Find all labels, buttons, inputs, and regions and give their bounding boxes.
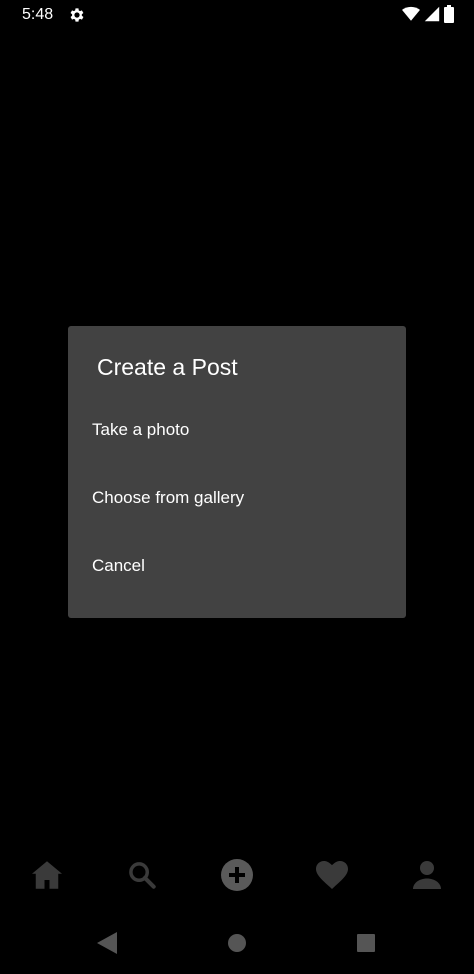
signal-icon xyxy=(424,6,440,22)
status-icons xyxy=(402,5,454,23)
nav-search-button[interactable] xyxy=(112,852,172,902)
choose-from-gallery-option[interactable]: Choose from gallery xyxy=(68,468,406,528)
home-icon xyxy=(32,860,63,894)
recents-icon xyxy=(356,933,376,958)
take-photo-option[interactable]: Take a photo xyxy=(68,400,406,460)
wifi-icon xyxy=(402,6,420,22)
dialog-title: Create a Post xyxy=(97,354,238,380)
back-icon xyxy=(97,931,117,959)
nav-profile-button[interactable] xyxy=(397,852,457,902)
system-home-button[interactable] xyxy=(224,932,250,958)
status-bar: 5:48 xyxy=(0,0,474,30)
status-time: 5:48 xyxy=(22,6,54,23)
gear-icon xyxy=(68,6,86,24)
battery-icon xyxy=(444,5,454,23)
cancel-option[interactable]: Cancel xyxy=(68,536,406,596)
search-icon xyxy=(128,861,156,894)
nav-favorites-button[interactable] xyxy=(302,852,362,902)
add-circle-icon xyxy=(220,858,253,896)
system-back-button[interactable] xyxy=(94,931,120,959)
bottom-nav xyxy=(0,852,474,902)
heart-icon xyxy=(315,860,348,894)
system-recents-button[interactable] xyxy=(353,932,379,958)
home-circle-icon xyxy=(227,933,247,958)
system-nav-bar xyxy=(0,920,474,970)
create-post-dialog: Create a Post Take a photo Choose from g… xyxy=(68,326,406,618)
person-icon xyxy=(412,860,441,894)
nav-add-post-button[interactable] xyxy=(207,852,267,902)
nav-home-button[interactable] xyxy=(17,852,77,902)
